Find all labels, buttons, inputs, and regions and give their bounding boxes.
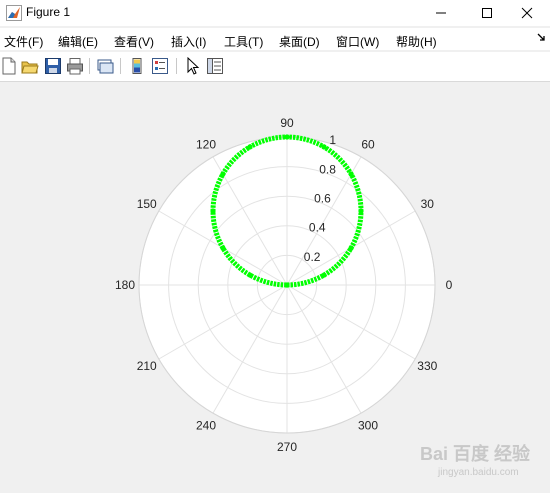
toolbar-separator xyxy=(89,58,90,74)
theta-tick-label: 150 xyxy=(137,197,157,211)
legend-icon[interactable] xyxy=(151,57,169,75)
data-point xyxy=(247,144,253,150)
figure-toolbar xyxy=(0,52,550,82)
data-point xyxy=(284,282,290,288)
property-inspector-icon[interactable] xyxy=(206,57,224,75)
r-tick-label: 0.4 xyxy=(309,221,326,235)
theta-tick-label: 300 xyxy=(358,418,378,432)
title-bar: Figure 1 xyxy=(0,0,550,26)
theta-tick-label: 30 xyxy=(421,197,435,211)
theta-tick-label: 180 xyxy=(115,278,135,292)
menu-insert[interactable]: 插入(I) xyxy=(171,33,206,50)
theta-tick-label: 270 xyxy=(277,440,297,454)
baidu-jingyan-watermark: Bai 百度 经验 jingyan.baidu.com xyxy=(420,443,531,478)
open-file-icon[interactable] xyxy=(21,57,39,75)
menu-bar: 文件(F) 编辑(E) 查看(V) 插入(I) 工具(T) 桌面(D) 窗口(W… xyxy=(0,28,550,50)
menu-view[interactable]: 查看(V) xyxy=(114,33,154,50)
theta-tick-label: 60 xyxy=(361,138,375,152)
data-point xyxy=(247,272,253,278)
menu-help[interactable]: 帮助(H) xyxy=(396,33,437,50)
data-point xyxy=(321,272,327,278)
menu-desktop[interactable]: 桌面(D) xyxy=(279,33,320,50)
new-figure-icon[interactable] xyxy=(0,57,18,75)
theta-tick-label: 240 xyxy=(196,418,216,432)
menu-tools[interactable]: 工具(T) xyxy=(224,33,263,50)
window-title: Figure 1 xyxy=(26,5,71,19)
watermark-text: Bai 百度 经验 xyxy=(420,443,531,464)
data-point xyxy=(210,208,216,214)
menu-file[interactable]: 文件(F) xyxy=(4,33,43,50)
save-icon[interactable] xyxy=(44,57,62,75)
theta-tick-label: 90 xyxy=(280,116,294,130)
toolbar-separator xyxy=(120,58,121,74)
pointer-icon[interactable] xyxy=(184,57,202,75)
theta-tick-label: 0 xyxy=(446,278,453,292)
print-icon[interactable] xyxy=(66,57,84,75)
r-tick-label: 0.8 xyxy=(319,162,336,176)
watermark-subtext: jingyan.baidu.com xyxy=(437,467,519,478)
r-tick-label: 1 xyxy=(329,133,336,147)
menu-window[interactable]: 窗口(W) xyxy=(336,33,379,50)
data-point xyxy=(220,171,226,177)
data-point xyxy=(348,171,354,177)
minimize-icon xyxy=(436,12,446,14)
minimize-button[interactable] xyxy=(418,0,464,26)
dock-arrow-icon[interactable] xyxy=(536,32,546,44)
data-point xyxy=(358,208,364,214)
link-plot-icon[interactable] xyxy=(96,57,114,75)
close-button[interactable] xyxy=(504,0,550,26)
data-point xyxy=(348,245,354,251)
r-tick-label: 0.6 xyxy=(314,192,331,206)
close-icon xyxy=(521,7,533,19)
theta-tick-label: 210 xyxy=(137,359,157,373)
matlab-app-icon xyxy=(6,5,22,21)
figure-canvas[interactable]: 0 30 60 90 120 150 180 210 240 270 300 330 0.2 0.4 0.6… xyxy=(0,82,550,493)
theta-tick-label: 330 xyxy=(417,359,437,373)
colorbar-icon[interactable] xyxy=(128,57,146,75)
toolbar-separator xyxy=(176,58,177,74)
maximize-icon xyxy=(482,8,492,18)
data-point xyxy=(220,245,226,251)
r-tick-label: 0.2 xyxy=(304,250,321,264)
theta-tick-label: 120 xyxy=(196,138,216,152)
polar-axes[interactable]: 0 30 60 90 120 150 180 210 240 270 300 330 0.2 0.4 0.6… xyxy=(0,82,550,493)
data-point xyxy=(321,144,327,150)
menu-edit[interactable]: 编辑(E) xyxy=(58,33,98,50)
data-point xyxy=(284,134,290,140)
